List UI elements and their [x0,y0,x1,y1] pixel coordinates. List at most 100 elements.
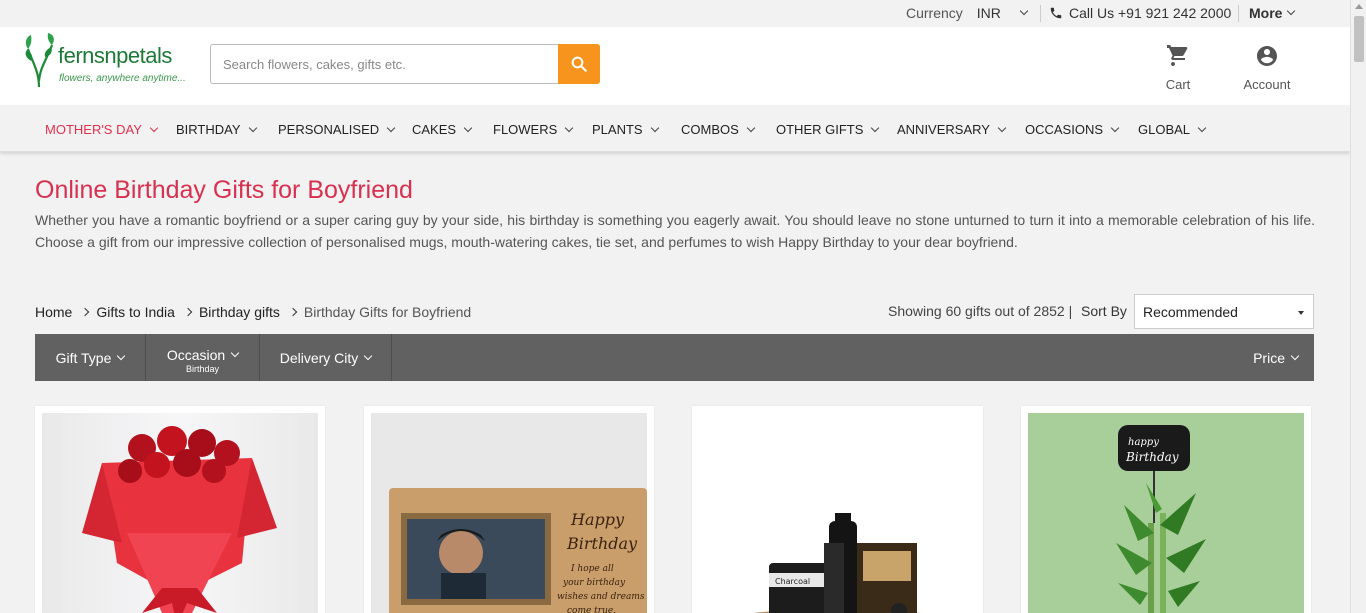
more-menu[interactable]: More [1249,5,1296,21]
page-scrollbar[interactable] [1350,0,1366,613]
filter-label: Price [1253,350,1285,366]
category-nav: MOTHER'S DAY BIRTHDAY PERSONALISED CAKES… [0,105,1350,152]
nav-item-label: GLOBAL [1138,122,1191,137]
account-icon [1257,46,1277,66]
svg-text:I hope all: I hope all [570,564,614,574]
chevron-down-icon [248,123,257,132]
divider [1238,5,1239,22]
filter-label: Delivery City [279,349,359,366]
filter-gift-type[interactable]: Gift Type [35,334,146,381]
chevron-down-icon [997,123,1007,132]
sort-select[interactable]: Recommended [1134,294,1314,329]
nav-item-anniversary[interactable]: ANNIVERSARY [897,122,1007,137]
product-card[interactable]: happy Birthday [1021,406,1311,613]
nav-item-combos[interactable]: COMBOS [681,122,756,137]
product-card[interactable]: Charcoal [692,406,983,613]
search-box [210,44,600,84]
svg-text:Birthday: Birthday [566,534,638,553]
nav-item-mothers-day[interactable]: MOTHER'S DAY [45,122,159,137]
product-image-bamboo-plant: happy Birthday [1028,413,1304,613]
chevron-down-icon [463,123,473,132]
nav-item-label: OCCASIONS [1025,122,1104,137]
nav-item-plants[interactable]: PLANTS [592,122,659,137]
chevron-down-icon [746,123,756,132]
caret-down-icon [1298,311,1304,315]
breadcrumb-birthday-gifts[interactable]: Birthday gifts [199,304,280,320]
breadcrumb-gifts-to-india[interactable]: Gifts to India [96,304,175,320]
filter-price[interactable]: Price [1253,350,1300,366]
breadcrumb: Home Gifts to India Birthday gifts Birth… [35,304,471,320]
svg-text:Charcoal: Charcoal [775,577,810,586]
product-image-grooming-kit: Charcoal [699,413,976,613]
sort-label: Sort By [1081,303,1127,319]
cart-label: Cart [1165,77,1191,92]
nav-item-cakes[interactable]: CAKES [412,122,473,137]
results-count: Showing 60 gifts out of 2852 | [888,303,1073,319]
svg-text:Happy: Happy [570,510,625,529]
chevron-down-icon [565,123,574,132]
svg-text:Birthday: Birthday [1125,450,1179,464]
nav-item-label: PERSONALISED [278,122,380,137]
nav-item-occasions[interactable]: OCCASIONS [1025,122,1120,137]
nav-item-label: OTHER GIFTS [776,122,864,137]
cart-button[interactable]: Cart [1158,44,1198,92]
cart-icon [1167,45,1188,66]
more-label: More [1249,5,1283,21]
search-icon [571,56,587,72]
nav-item-personalised[interactable]: PERSONALISED [278,122,396,137]
chevron-right-icon [183,307,193,317]
chevron-right-icon [81,307,90,317]
chevron-down-icon [386,123,396,132]
breadcrumb-home[interactable]: Home [35,304,72,320]
nav-item-label: MOTHER'S DAY [45,122,142,137]
page-description: Whether you have a romantic boyfriend or… [35,212,1315,250]
filter-delivery-city[interactable]: Delivery City [260,334,392,381]
chevron-down-icon [1110,123,1120,132]
site-header: fernsnpetals flowers, anywhere anytime..… [0,27,1350,105]
phone-icon [1050,7,1062,19]
filter-label: Occasion [166,347,226,363]
top-utility-bar: Currency INR Call Us +91 921 242 2000 Mo… [0,0,1350,27]
nav-item-label: CAKES [412,122,457,137]
account-button[interactable]: Account [1236,44,1298,92]
nav-item-label: ANNIVERSARY [897,122,990,137]
currency-selector[interactable]: Currency INR [906,5,1029,21]
call-us-label: Call Us +91 921 242 2000 [1069,5,1232,21]
logo-tagline: flowers, anywhere anytime... [59,73,186,84]
scroll-up-icon[interactable] [1355,4,1363,9]
chevron-down-icon [117,351,126,360]
search-button[interactable] [558,44,600,84]
chevron-down-icon [230,348,240,358]
nav-item-label: BIRTHDAY [176,122,241,137]
filter-occasion[interactable]: Occasion Birthday [146,334,260,381]
page-title: Online Birthday Gifts for Boyfriend [35,176,413,204]
chevron-down-icon [1290,351,1300,361]
nav-item-other-gifts[interactable]: OTHER GIFTS [776,122,880,137]
nav-item-label: COMBOS [681,122,739,137]
nav-item-birthday[interactable]: BIRTHDAY [176,122,257,137]
currency-value: INR [976,5,1001,21]
svg-text:come true.: come true. [567,606,616,613]
nav-item-label: PLANTS [592,122,643,137]
chevron-down-icon [1287,6,1296,16]
call-us-link[interactable]: Call Us +91 921 242 2000 [1049,5,1231,21]
logo-brand-text: fernsnpetals [58,43,172,68]
svg-text:your birthday: your birthday [562,578,626,588]
chevron-down-icon [149,123,159,132]
search-input[interactable] [211,45,559,83]
currency-label: Currency [906,5,963,21]
scrollbar-thumb[interactable] [1354,16,1364,62]
nav-item-flowers[interactable]: FLOWERS [493,122,574,137]
product-card[interactable]: Happy Birthday I hope all your birthday … [364,406,654,613]
nav-item-global[interactable]: GLOBAL [1138,122,1207,137]
chevron-right-icon [288,307,298,317]
fnp-logo[interactable]: fernsnpetals flowers, anywhere anytime..… [22,31,192,91]
product-image-photo-frame: Happy Birthday I hope all your birthday … [371,413,647,613]
chevron-down-icon [871,123,880,132]
svg-text:wishes and dreams: wishes and dreams [557,592,645,602]
logo-leaf-icon [25,33,54,88]
chevron-down-icon [364,351,373,360]
chevron-down-icon [1019,6,1029,16]
product-card[interactable] [35,406,325,613]
chevron-down-icon [1197,123,1207,132]
